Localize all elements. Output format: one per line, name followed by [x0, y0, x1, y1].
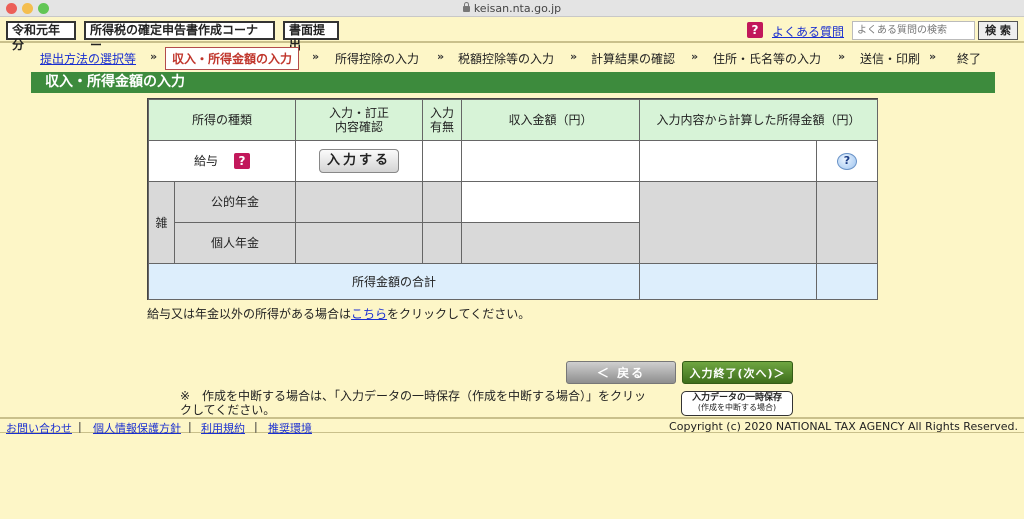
footer-link-privacy[interactable]: 個人情報保護方針: [93, 420, 181, 436]
misc-group-label: 雑: [148, 181, 175, 264]
public-pension-input-cell: [295, 181, 423, 223]
help-bubble-icon[interactable]: ?: [837, 152, 857, 170]
search-button[interactable]: 検 索: [978, 21, 1018, 40]
footer-separator: |: [188, 420, 192, 433]
faq-search-input[interactable]: [852, 21, 975, 40]
back-button[interactable]: ＜ 戻る: [566, 361, 676, 384]
other-income-link[interactable]: こちら: [351, 307, 387, 321]
step-address-name: 住所・氏名等の入力: [713, 52, 822, 66]
step-tax-credits: 税額控除等の入力: [458, 52, 555, 66]
other-income-note-text: 給与又は年金以外の所得がある場合は: [147, 307, 352, 321]
copyright: Copyright (c) 2020 NATIONAL TAX AGENCY A…: [669, 420, 1018, 433]
other-income-note: 給与又は年金以外の所得がある場合はこちらをクリックしてください。: [147, 305, 530, 322]
misc-calculated-cell: [639, 181, 817, 264]
corner-title: 所得税の確定申告書作成コーナー: [84, 21, 275, 52]
temporary-save-label: 入力データの一時保存: [691, 393, 782, 403]
total-income-label: 所得金額の合計: [148, 263, 640, 300]
public-pension-income-cell: [461, 181, 640, 223]
address-bar[interactable]: keisan.nta.go.jp: [0, 2, 1024, 15]
page-title: 収入・所得金額の入力: [31, 72, 995, 93]
progress-steps: 提出方法の選択等 » 収入・所得金額の入力 » 所得控除の入力 » 税額控除等の…: [0, 45, 1024, 70]
salary-label: 給与: [193, 154, 218, 168]
public-pension-label: 公的年金: [174, 181, 296, 223]
salary-help-cell: ?: [816, 140, 878, 182]
salary-calculated-cell: [639, 140, 817, 182]
footer-link-terms[interactable]: 利用規約: [201, 420, 245, 436]
salary-row-label: 給与 ?: [148, 140, 296, 182]
private-pension-label: 個人年金: [174, 222, 296, 264]
submission-method-label: 書面提出: [283, 21, 339, 52]
step-calculation-result: 計算結果の確認: [591, 52, 676, 66]
url-text: keisan.nta.go.jp: [473, 2, 562, 15]
site-footer: お問い合わせ | 個人情報保護方針 | 利用規約 | 推奨環境 Copyrigh…: [0, 417, 1024, 436]
header-input-presence: 入力 有無: [422, 99, 462, 141]
era-label: 令和元年分: [6, 21, 76, 52]
question-mark-icon[interactable]: ?: [234, 153, 250, 169]
lock-icon: [462, 2, 470, 12]
public-pension-presence-cell: [422, 181, 462, 223]
step-income-input: 収入・所得金額の入力: [165, 47, 300, 70]
header-income-amount: 収入金額（円）: [461, 99, 640, 141]
suspend-note: ※ 作成を中断する場合は、「入力データの一時保存（作成を中断する場合）」をクリッ…: [180, 389, 647, 417]
footer-separator: |: [78, 420, 82, 433]
misc-help-cell: [816, 181, 878, 264]
step-send-print: 送信・印刷: [860, 52, 921, 66]
step-arrow-icon: »: [691, 50, 699, 63]
income-table: 所得の種類 入力・訂正 内容確認 入力 有無 収入金額（円） 入力内容から計算し…: [147, 98, 878, 300]
step-finish: 終了: [957, 52, 982, 66]
private-pension-income-cell: [461, 222, 640, 264]
private-pension-input-cell: [295, 222, 423, 264]
salary-input-button[interactable]: 入力する: [319, 149, 399, 173]
step-arrow-icon: »: [312, 50, 320, 63]
step-arrow-icon: »: [929, 50, 937, 63]
total-calculated-cell: [639, 263, 817, 300]
temporary-save-button[interactable]: 入力データの一時保存 (作成を中断する場合): [681, 391, 793, 416]
question-mark-icon[interactable]: ?: [747, 22, 763, 38]
salary-input-cell: 入力する: [295, 140, 423, 182]
footer-link-contact[interactable]: お問い合わせ: [6, 420, 72, 436]
browser-chrome: keisan.nta.go.jp: [0, 0, 1024, 17]
step-deductions: 所得控除の入力: [335, 52, 420, 66]
site-header: 令和元年分 所得税の確定申告書作成コーナー 書面提出 ? よくある質問 検 索: [0, 17, 1024, 52]
footer-link-environment[interactable]: 推奨環境: [268, 420, 312, 436]
temporary-save-sublabel: (作成を中断する場合): [697, 403, 777, 412]
salary-presence-cell: [422, 140, 462, 182]
step-arrow-icon: »: [437, 50, 445, 63]
private-pension-presence-cell: [422, 222, 462, 264]
footer-separator: |: [254, 420, 258, 433]
header-income-type: 所得の種類: [148, 99, 296, 141]
other-income-note-suffix: をクリックしてください。: [387, 307, 531, 321]
salary-income-cell: [461, 140, 640, 182]
header-calculated-amount: 入力内容から計算した所得金額（円）: [639, 99, 878, 141]
step-arrow-icon: »: [570, 50, 578, 63]
faq-link[interactable]: よくある質問: [772, 23, 844, 40]
finish-input-next-button[interactable]: 入力終了(次へ)＞: [682, 361, 793, 384]
step-arrow-icon: »: [150, 50, 158, 63]
step-filing-method[interactable]: 提出方法の選択等: [40, 50, 136, 67]
header-input-confirm: 入力・訂正 内容確認: [295, 99, 423, 141]
step-arrow-icon: »: [838, 50, 846, 63]
total-extra-cell: [816, 263, 878, 300]
